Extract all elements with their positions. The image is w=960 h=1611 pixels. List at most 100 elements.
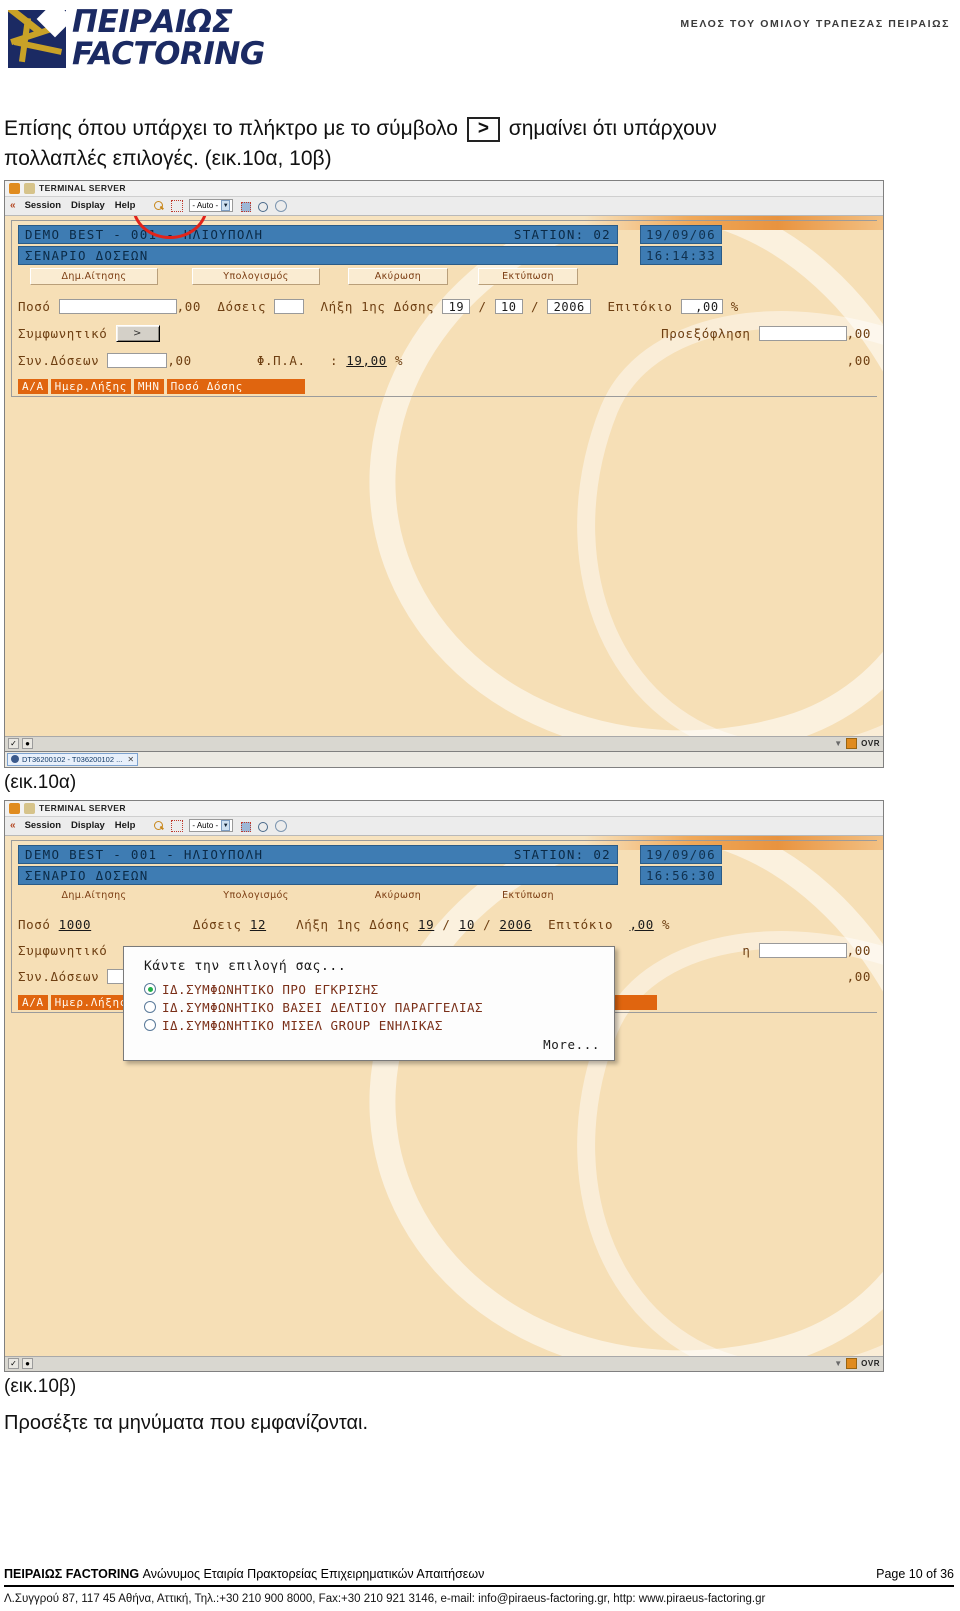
column-expiry-date: Ημερ.Λήξης <box>50 378 131 394</box>
zoom-level-value-b: - Auto - <box>192 820 219 830</box>
dialog-option-1[interactable]: ΙΔ.ΣΥΜΦΩΝΗΤΙΚΟ ΠΡΟ ΕΓΚΡΙΣΗΣ <box>144 982 600 997</box>
taskbar-session-label: DT36200102 - T036200102 ... <box>22 754 123 764</box>
menu-help-b[interactable]: Help <box>115 820 136 831</box>
key-icon <box>24 802 35 814</box>
right-total-b: ,00 <box>846 968 871 984</box>
screen-station-b: STATION: 02 <box>513 846 611 862</box>
zoom-level-value: - Auto - <box>192 200 219 210</box>
menu-session[interactable]: Session <box>25 200 61 211</box>
zoom-out-icon[interactable] <box>257 820 269 832</box>
zoom-level-select[interactable]: - Auto - ▼ <box>189 199 234 213</box>
button-new-application-b[interactable]: Δημ.Αίτησης <box>30 888 158 903</box>
menu-help[interactable]: Help <box>115 200 136 211</box>
zoom-in-icon[interactable] <box>153 820 165 832</box>
input-amount-b[interactable]: 1000 <box>59 917 177 932</box>
radio-button-icon[interactable] <box>144 1019 156 1032</box>
overwrite-mode-icon <box>846 738 858 750</box>
dialog-option-2-label: ΙΔ.ΣΥΜΦΩΝΗΤΙΚΟ ΒΑΣΕΙ ΔΕΛΤΙΟΥ ΠΑΡΑΓΓΕΛΙΑΣ <box>162 999 484 1015</box>
menu-session-b[interactable]: Session <box>25 820 61 831</box>
footer-company: ΠΕΙΡΑΙΩΣ FACTORING Ανώνυμος Εταιρία Πρακ… <box>4 1567 484 1581</box>
doses-table-header-a: A/A Ημερ.Λήξης ΜΗΝ Ποσό Δόσης <box>18 378 871 394</box>
column-aa-b: A/A <box>18 994 48 1010</box>
terminal-body-b: DEMO BEST - 001 - ΗΛΙΟΥΠΟΛΗ STATION: 02 … <box>5 835 883 1356</box>
label-sum-doses: Συν.Δόσεων <box>18 352 100 368</box>
radio-button-icon-selected[interactable] <box>144 983 156 996</box>
overwrite-label-a: OVR <box>861 739 880 749</box>
screen-title-left: DEMO BEST - 001 - ΗΛΙΟΥΠΟΛΗ <box>25 226 264 242</box>
button-print[interactable]: Εκτύπωση <box>478 267 578 285</box>
menu-display-b[interactable]: Display <box>71 820 105 831</box>
stop-icon[interactable]: ● <box>22 1358 33 1370</box>
button-cancel-b[interactable]: Ακύρωση <box>348 888 448 903</box>
input-year-a[interactable]: 2006 <box>547 298 592 314</box>
close-icon[interactable]: ✕ <box>127 755 134 764</box>
member-of-group-text: ΜΕΛΟΣ ΤΟΥ ΟΜΙΛΟΥ ΤΡΑΠΕΖΑΣ ΠΕΙΡΑΙΩΣ <box>680 18 950 30</box>
button-new-application[interactable]: Δημ.Αίτησης <box>30 267 158 285</box>
refresh-icon[interactable] <box>275 199 288 212</box>
footer-company-bold: ΠΕΙΡΑΙΩΣ FACTORING <box>4 1567 140 1581</box>
button-calculation[interactable]: Υπολογισμός <box>192 267 320 285</box>
input-year-b[interactable]: 2006 <box>499 917 532 932</box>
button-print-b[interactable]: Εκτύπωση <box>478 888 578 903</box>
refresh-icon[interactable] <box>275 819 288 832</box>
scroll-down-icon[interactable]: ▼ <box>834 739 842 748</box>
app-icon <box>9 802 20 814</box>
radio-button-icon[interactable] <box>144 1001 156 1014</box>
screen-subtitle-b: ΣΕΝΑΡΙΟ ΔΟΣΕΩΝ <box>18 865 618 885</box>
stop-icon[interactable]: ● <box>22 738 33 750</box>
dialog-more-link[interactable]: More... <box>144 1037 600 1052</box>
fit-screen-icon[interactable] <box>171 199 184 212</box>
screen-button-row-b: Δημ.Αίτησης Υπολογισμός Ακύρωση Εκτύπωση <box>18 888 871 903</box>
contract-choices-button[interactable]: > <box>115 324 160 342</box>
button-cancel[interactable]: Ακύρωση <box>348 267 448 285</box>
logo-mark-icon <box>8 10 66 68</box>
slash-1-b: / <box>442 916 451 932</box>
dialog-option-2[interactable]: ΙΔ.ΣΥΜΦΩΝΗΤΙΚΟ ΒΑΣΕΙ ΔΕΛΤΙΟΥ ΠΑΡΑΓΓΕΛΙΑΣ <box>144 1000 600 1015</box>
column-aa: A/A <box>18 378 48 394</box>
label-doses: Δόσεις <box>217 298 267 314</box>
zoom-in-icon[interactable] <box>153 200 165 212</box>
back-chevrons-icon[interactable]: « <box>10 820 15 831</box>
input-interest-a[interactable]: ,00 <box>680 298 723 314</box>
select-region-icon[interactable] <box>239 200 252 212</box>
session-icon <box>11 755 19 764</box>
back-chevrons-icon[interactable]: « <box>10 200 15 211</box>
vat-percent: % <box>395 352 404 368</box>
input-sum-doses-a[interactable] <box>107 352 168 368</box>
input-month-a[interactable]: 10 <box>494 298 523 314</box>
percent-interest: % <box>730 298 739 314</box>
scroll-down-icon[interactable]: ▼ <box>834 1359 842 1368</box>
select-region-icon[interactable] <box>239 820 252 832</box>
zoom-level-select-b[interactable]: - Auto - ▼ <box>189 819 234 833</box>
input-prepay-b[interactable] <box>758 942 847 958</box>
input-day-b[interactable]: 19 <box>418 917 434 932</box>
label-contract-b: Συμφωνητικό <box>18 942 108 958</box>
input-prepay-a[interactable] <box>758 325 847 341</box>
selection-dialog[interactable]: Κάντε την επιλογή σας... ΙΔ.ΣΥΜΦΩΝΗΤΙΚΟ … <box>123 945 615 1061</box>
overwrite-label-b: OVR <box>861 1359 880 1369</box>
input-day-a[interactable]: 19 <box>442 298 471 314</box>
footer-address: Λ.Συγγρού 87, 117 45 Αθήνα, Αττική, Τηλ.… <box>4 1593 766 1605</box>
company-logo: ΠΕΙΡΑΙΩΣ FACTORING <box>8 6 265 78</box>
slash-2-a: / <box>530 298 540 314</box>
fit-screen-icon[interactable] <box>171 819 184 832</box>
input-month-b[interactable]: 10 <box>459 917 475 932</box>
footer-divider <box>4 1585 954 1587</box>
taskbar-session-item[interactable]: DT36200102 - T036200102 ... ✕ <box>7 752 139 766</box>
button-calculation-b[interactable]: Υπολογισμός <box>192 888 320 903</box>
input-doses-a[interactable] <box>274 298 305 314</box>
label-doses-b: Δόσεις <box>192 916 242 932</box>
vat-colon: : <box>329 352 339 368</box>
input-amount-a[interactable] <box>58 298 177 314</box>
terminal-statusbar-b: ✓ ● ▼ OVR <box>5 1355 883 1371</box>
dialog-option-3[interactable]: ΙΔ.ΣΥΜΦΩΝΗΤΙΚΟ ΜΙΣΕΛ GROUP ΕΝΗΛΙΚΑΣ <box>144 1018 600 1033</box>
footer-company-rest: Ανώνυμος Εταιρία Πρακτορείας Επιχειρηματ… <box>139 1567 485 1581</box>
input-doses-b[interactable]: 12 <box>250 917 280 932</box>
screen-title-bar-b: DEMO BEST - 001 - ΗΛΙΟΥΠΟΛΗ STATION: 02 <box>18 844 618 864</box>
chevron-down-icon: ▼ <box>221 820 231 832</box>
suffix-prepay: ,00 <box>846 325 871 341</box>
key-icon <box>24 182 35 194</box>
input-interest-b[interactable]: ,00 <box>629 917 653 932</box>
menu-display[interactable]: Display <box>71 200 105 211</box>
zoom-out-icon[interactable] <box>257 200 269 212</box>
